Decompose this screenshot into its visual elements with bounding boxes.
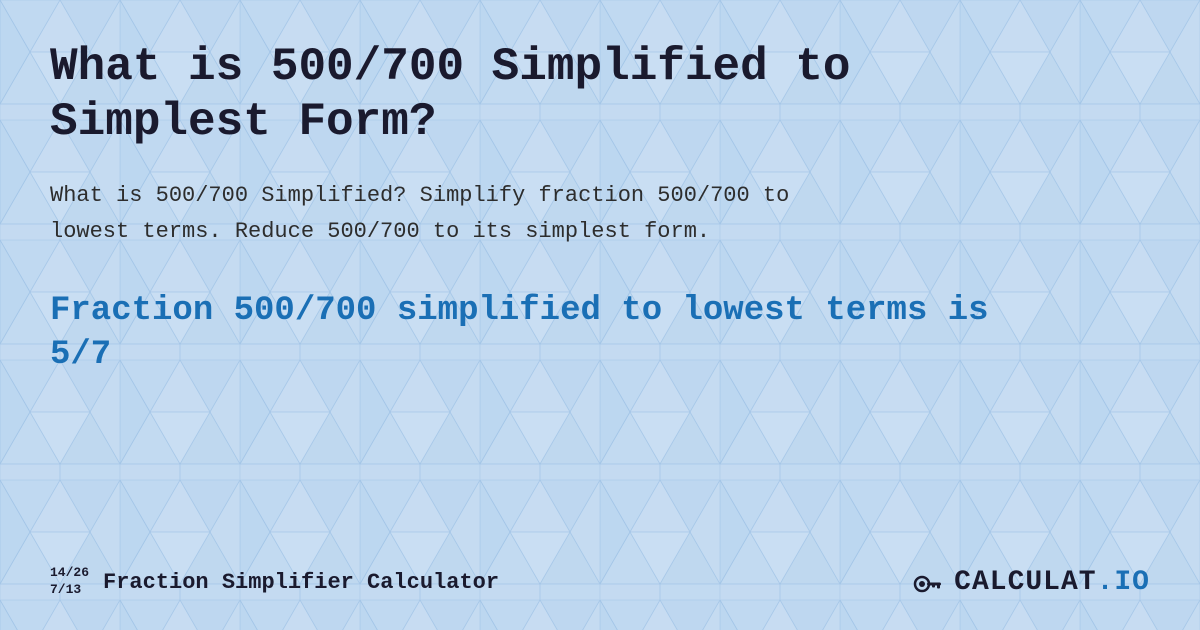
- fraction-top: 14/26: [50, 565, 89, 582]
- result-heading: Fraction 500/700 simplified to lowest te…: [50, 289, 1000, 377]
- page-description: What is 500/700 Simplified? Simplify fra…: [50, 178, 850, 248]
- site-title: Fraction Simplifier Calculator: [103, 570, 499, 595]
- brand-logo[interactable]: CALCULAT.IO: [910, 564, 1150, 600]
- logo-text: CALCULAT.IO: [954, 567, 1150, 598]
- logo-suffix: .IO: [1097, 567, 1150, 598]
- fraction-bottom: 7/13: [50, 582, 89, 599]
- calculator-icon: [910, 564, 946, 600]
- page-title: What is 500/700 Simplified to Simplest F…: [50, 40, 950, 150]
- logo-main: CALCULAT: [954, 567, 1096, 598]
- footer-fractions: 14/26 7/13: [50, 565, 89, 599]
